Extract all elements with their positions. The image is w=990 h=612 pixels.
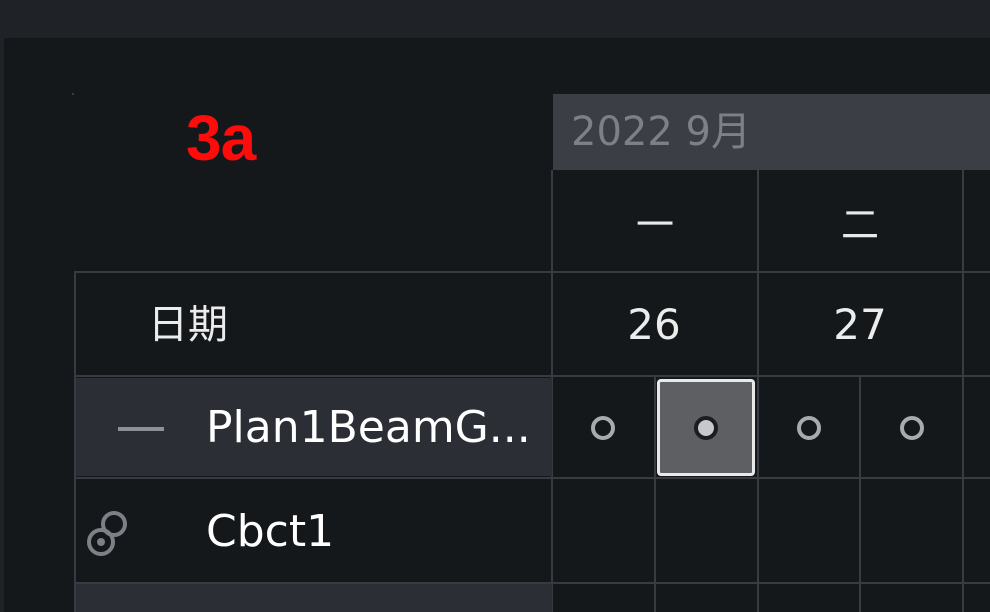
fraction-dot[interactable] [797, 416, 821, 440]
grid-line [962, 170, 964, 612]
fraction-dot[interactable] [591, 416, 615, 440]
cbct-name-label[interactable]: Cbct1 [206, 504, 334, 560]
panel-marker [72, 93, 74, 95]
collapse-minus-icon[interactable] [118, 427, 164, 431]
grid-line [74, 375, 990, 377]
next-row[interactable] [76, 584, 552, 612]
grid-line [757, 170, 759, 612]
fraction-dot-selected[interactable] [694, 416, 718, 440]
step-annotation-label: 3a [186, 102, 256, 174]
grid-line [654, 376, 656, 612]
grid-line [74, 477, 990, 479]
top-toolbar [0, 0, 990, 38]
left-panel-edge [0, 38, 4, 612]
plan-name-label[interactable]: Plan1BeamG... [206, 400, 546, 456]
month-header[interactable]: 2022 9月 [553, 94, 990, 170]
day-number-27[interactable]: 27 [800, 300, 920, 350]
grid-line [74, 271, 990, 273]
weekday-header-mon: 一 [635, 203, 674, 247]
weekday-header-tue: 二 [840, 203, 879, 247]
fraction-dot[interactable] [900, 416, 924, 440]
grid-line [859, 376, 861, 612]
link-icon[interactable] [84, 508, 132, 558]
date-column-label: 日期 [148, 302, 228, 348]
day-number-26[interactable]: 26 [594, 300, 714, 350]
